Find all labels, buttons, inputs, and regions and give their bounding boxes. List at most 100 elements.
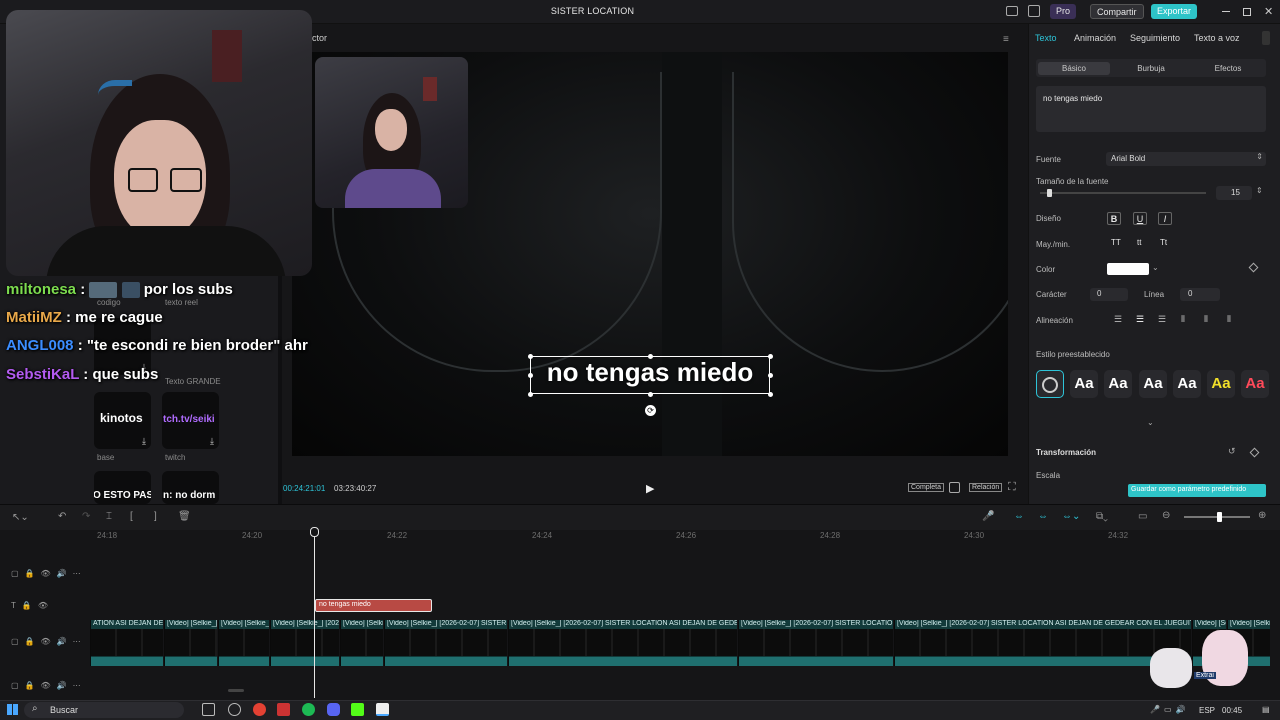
align-vertical-icon[interactable]: ⦀ <box>1204 314 1208 325</box>
align-vertical-icon[interactable]: ⦀ <box>1227 314 1231 325</box>
download-icon[interactable]: ⤓ <box>142 436 146 447</box>
screenshot-icon[interactable] <box>949 482 960 493</box>
task-view-icon[interactable] <box>202 703 215 716</box>
notification-icon[interactable]: ▤ <box>1262 705 1270 714</box>
video-clip[interactable]: [Video] [Selkie_] [2026-02-07] SISTER LO… <box>894 620 1191 666</box>
caption-icon[interactable]: ▭ <box>1138 511 1147 522</box>
tray-icons[interactable]: 🎤▭🔊 <box>1150 705 1189 714</box>
align-vertical-icon[interactable]: ⦀ <box>1181 314 1185 325</box>
track-header-icons[interactable]: ▢🔒👁🔊⋯ <box>11 681 87 690</box>
search-box[interactable]: ⌕ Buscar <box>24 702 184 718</box>
redo-icon[interactable]: ↷ <box>82 511 90 522</box>
align-center-icon[interactable]: ☰ <box>1136 314 1144 325</box>
undo-icon[interactable]: ↶ <box>58 511 66 522</box>
underline-button[interactable]: U <box>1133 212 1147 225</box>
align-right-icon[interactable]: ☰ <box>1158 314 1166 325</box>
track-header-icons[interactable]: T🔒👁 <box>11 601 54 610</box>
menu-icon[interactable]: ≡ <box>1003 34 1009 45</box>
export-button[interactable]: Exportar <box>1151 4 1198 19</box>
track-header-icons[interactable]: ▢🔒👁🔊⋯ <box>11 569 87 578</box>
video-clip[interactable]: ATION ASI DEJAN DE G <box>90 620 163 666</box>
resize-handle[interactable] <box>768 392 773 397</box>
resize-handle[interactable] <box>768 354 773 359</box>
layout-icon[interactable] <box>1006 6 1018 16</box>
preview-icon[interactable]: ⧉⌄ <box>1096 511 1108 522</box>
trim-left-icon[interactable]: [ <box>130 511 133 522</box>
rotate-icon[interactable]: ⟳ <box>645 405 656 416</box>
chrome-icon[interactable] <box>253 703 266 716</box>
resize-handle[interactable] <box>528 373 533 378</box>
video-clip[interactable]: [Video] [Selkie_] [2026-02-07] SISTER <box>384 620 507 666</box>
asset-card[interactable]: O ESTO PAS <box>94 471 151 504</box>
timeline-scrollbar[interactable] <box>228 689 244 692</box>
preset-none-tile[interactable] <box>1036 370 1064 398</box>
windows-start-icon[interactable] <box>7 704 18 715</box>
bold-button[interactable]: B <box>1107 212 1121 225</box>
slider-knob[interactable] <box>1217 512 1222 522</box>
select-tool-icon[interactable]: ↖⌄ <box>12 512 29 523</box>
tab-scroll-icon[interactable] <box>1262 31 1270 45</box>
subtab-efectos[interactable]: Efectos <box>1192 62 1264 75</box>
zoom-slider[interactable] <box>1184 512 1250 522</box>
resize-handle[interactable] <box>528 392 533 397</box>
case-lower-button[interactable]: tt <box>1137 238 1141 247</box>
link-icon[interactable]: ⇔ <box>1014 511 1024 522</box>
settings-icon[interactable] <box>1028 5 1040 17</box>
video-clip[interactable]: [Video] [Selkie_] [2026-02-07] SISTER LO… <box>738 620 893 666</box>
complete-button[interactable]: Completa <box>908 483 944 492</box>
resize-handle[interactable] <box>768 373 773 378</box>
font-size-slider[interactable] <box>1040 189 1206 197</box>
video-clip[interactable]: [Video] [Selkie_] [2026-02-07] SISTER LO… <box>508 620 737 666</box>
resize-handle[interactable] <box>528 354 533 359</box>
trim-right-icon[interactable]: ] <box>154 511 157 522</box>
video-clip[interactable]: [Video] [Selkie_] [2026-02-07] <box>270 620 339 666</box>
playhead[interactable] <box>314 528 315 698</box>
reset-icon[interactable]: ↺ <box>1228 446 1236 457</box>
resize-handle[interactable] <box>648 392 653 397</box>
spotify-icon[interactable] <box>302 703 315 716</box>
preset-style-tile[interactable]: Aa <box>1070 370 1098 398</box>
italic-button[interactable]: I <box>1158 212 1172 225</box>
discord-icon[interactable] <box>327 703 340 716</box>
snap-icon[interactable]: ⇔⌄ <box>1062 511 1080 522</box>
tab-texto[interactable]: Texto <box>1035 33 1057 43</box>
align-left-icon[interactable]: ☰ <box>1114 314 1122 325</box>
download-icon[interactable]: ⤓ <box>210 436 214 447</box>
delete-icon[interactable]: 🗑 <box>178 511 191 522</box>
case-upper-button[interactable]: TT <box>1111 238 1121 247</box>
zoom-in-icon[interactable]: ⊕ <box>1258 510 1266 521</box>
app-icon[interactable] <box>277 703 290 716</box>
asset-card[interactable]: tch.tv/seiki ⤓ <box>162 392 219 449</box>
resize-handle[interactable] <box>648 354 653 359</box>
subtab-burbuja[interactable]: Burbuja <box>1115 62 1187 75</box>
preset-style-tile[interactable]: Aa <box>1104 370 1132 398</box>
preset-style-tile[interactable]: Aa <box>1139 370 1167 398</box>
font-select[interactable]: Arial Bold ⇕ <box>1106 152 1266 166</box>
subtab-basico[interactable]: Básico <box>1038 62 1110 75</box>
save-preset-button[interactable]: Guardar como parámetro predefinido <box>1128 484 1266 497</box>
preset-style-tile[interactable]: Aa <box>1173 370 1201 398</box>
extract-label[interactable]: Extrai <box>1194 672 1216 679</box>
color-swatch[interactable] <box>1107 263 1149 275</box>
font-size-input[interactable]: 15 <box>1216 186 1252 200</box>
split-icon[interactable]: ⌶ <box>106 511 112 522</box>
zoom-out-icon[interactable]: ⊖ <box>1162 510 1170 521</box>
tab-animacion[interactable]: Animación <box>1074 33 1116 43</box>
preset-style-tile[interactable]: Aa <box>1207 370 1235 398</box>
line-input[interactable]: 0 <box>1180 288 1220 301</box>
minimize-icon[interactable] <box>1222 11 1230 12</box>
capcut-icon[interactable] <box>376 703 389 716</box>
tab-texto-a-voz[interactable]: Texto a voz <box>1194 33 1240 43</box>
timeline[interactable] <box>0 530 1280 700</box>
chevron-down-icon[interactable]: ⌄ <box>1152 263 1159 272</box>
preset-style-tile[interactable]: Aa <box>1241 370 1269 398</box>
playhead-handle[interactable] <box>310 527 319 537</box>
asset-card[interactable]: n: no dorm <box>162 471 219 504</box>
clock[interactable]: 00:45 <box>1222 706 1242 715</box>
video-clip[interactable]: [Video] [Selkie_] <box>164 620 217 666</box>
pro-badge[interactable]: Pro <box>1050 4 1077 19</box>
text-clip[interactable]: no tengas miedo <box>315 599 432 612</box>
play-button[interactable]: ▶ <box>646 482 654 495</box>
mic-icon[interactable]: 🎤 <box>982 511 994 522</box>
text-input[interactable]: no tengas miedo <box>1036 86 1266 132</box>
